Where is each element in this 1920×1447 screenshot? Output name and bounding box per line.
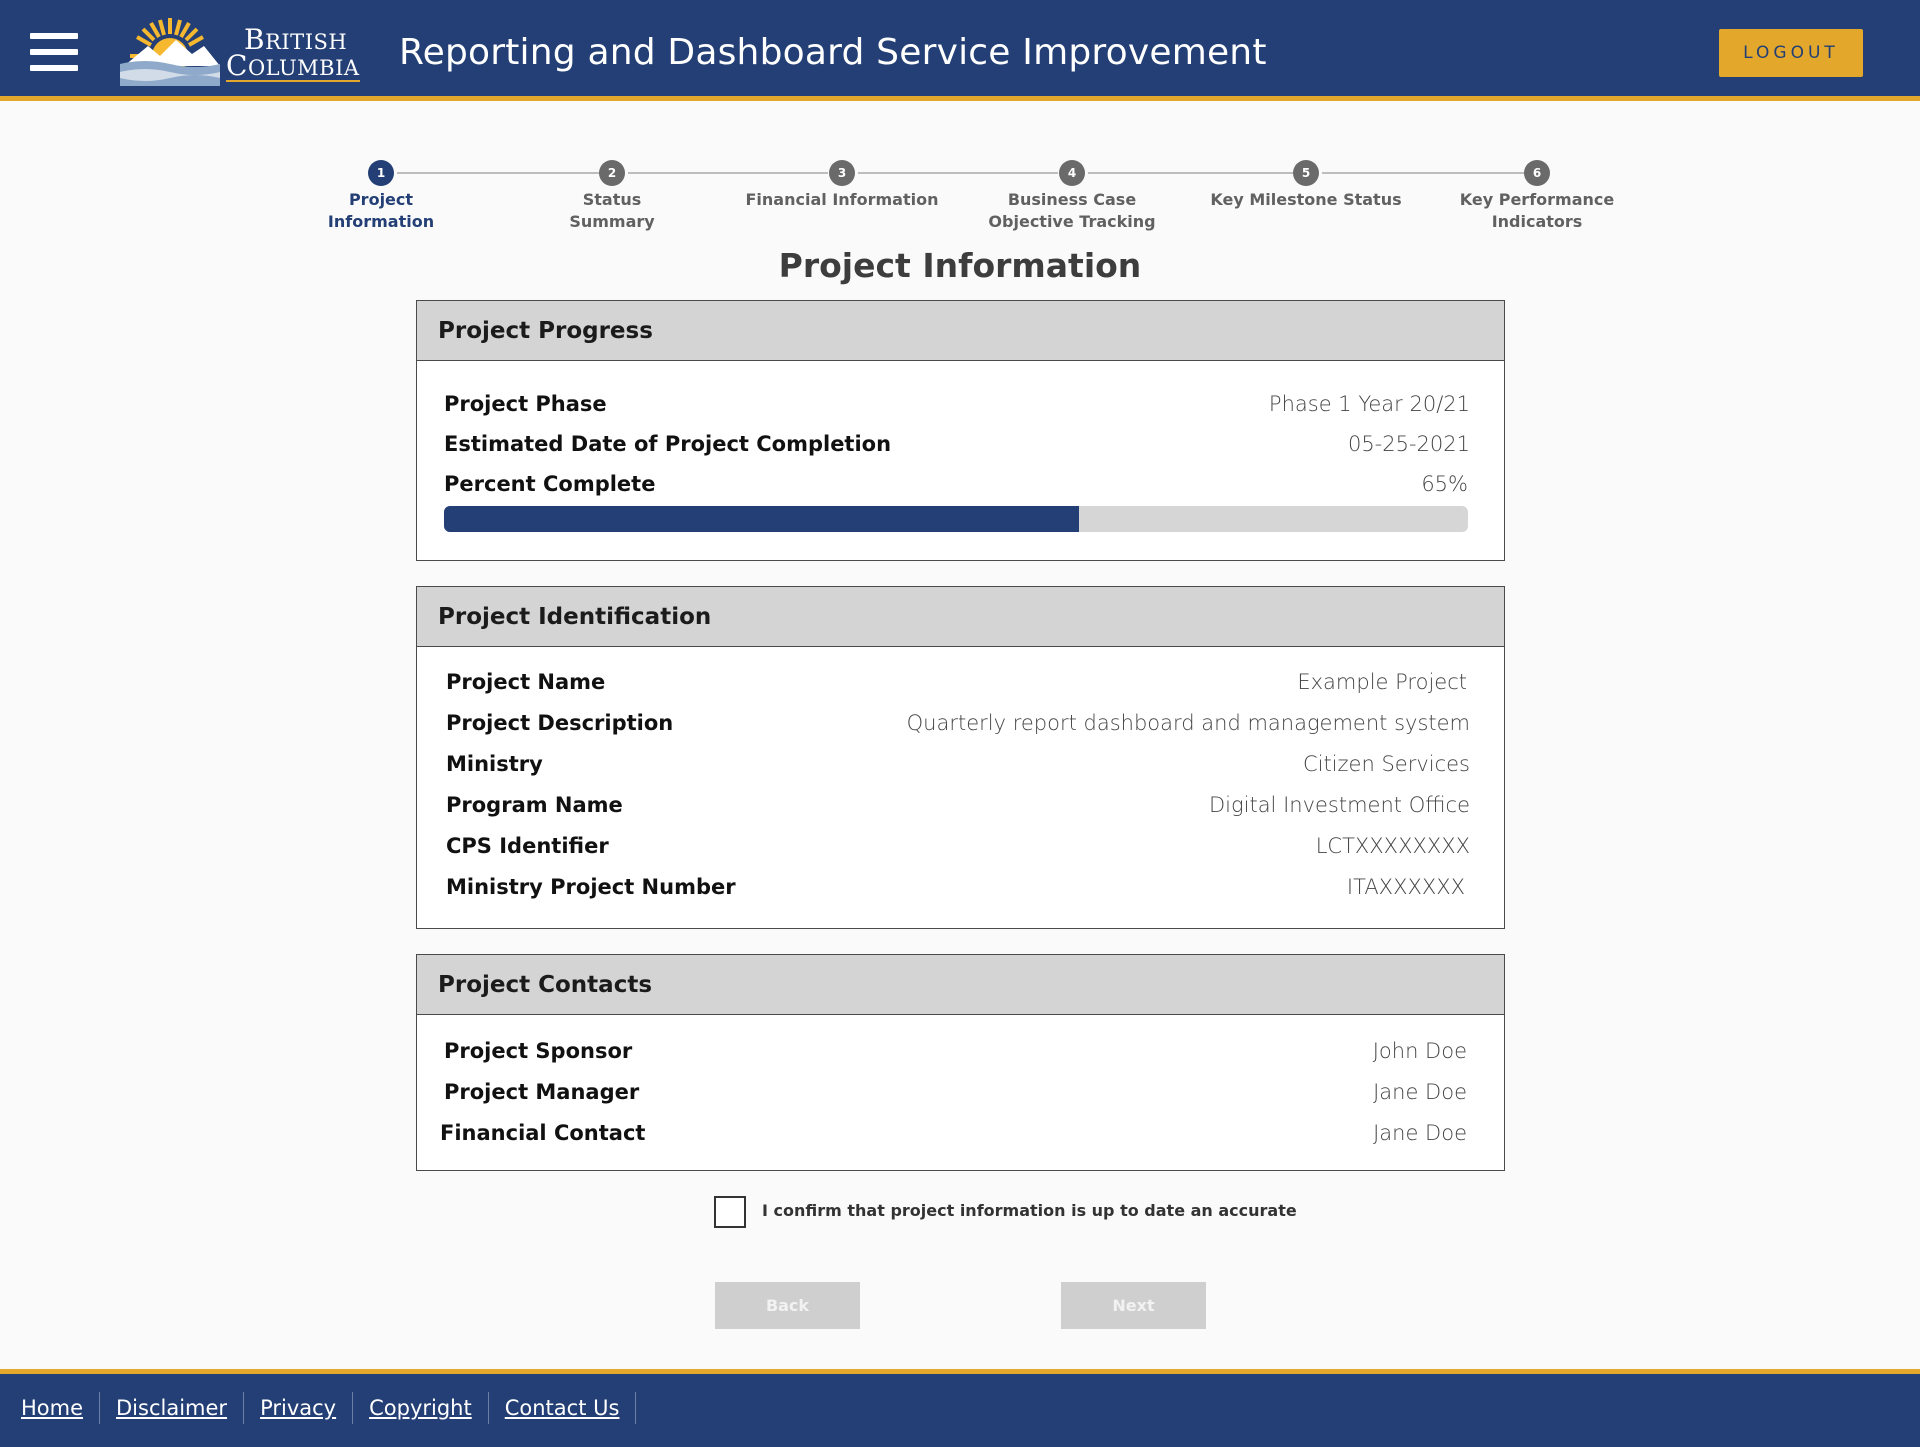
step-label: Business Case Objective Tracking (988, 190, 1156, 231)
row-value: LCTXXXXXXXX (1315, 834, 1470, 858)
logout-button[interactable]: LOGOUT (1719, 29, 1863, 77)
info-row: Project Phase Phase 1 Year 20/21 (417, 387, 1504, 421)
info-row: Percent Complete 65% (417, 467, 1504, 501)
row-value: 65% (1421, 472, 1468, 496)
project-progress-panel: Project Progress Project Phase Phase 1 Y… (416, 300, 1505, 561)
row-label: Percent Complete (444, 472, 656, 496)
step-label: Status Summary (569, 190, 655, 231)
page-footer: Home Disclaimer Privacy Copyright Contac… (0, 1369, 1920, 1447)
row-value: Jane Doe (1373, 1121, 1467, 1145)
step-label: Project Information (327, 190, 435, 231)
panel-title: Project Contacts (417, 955, 1504, 1015)
step-number: 5 (1293, 160, 1319, 186)
info-row: Ministry Project Number ITAXXXXXX (417, 870, 1504, 904)
row-label: CPS Identifier (446, 834, 609, 858)
footer-nav: Home Disclaimer Privacy Copyright Contac… (5, 1392, 637, 1424)
app-header: BRITISH COLUMBIA Reporting and Dashboard… (0, 0, 1920, 101)
step-business-case-objective-tracking[interactable]: 4 Business Case Objective Tracking (972, 160, 1172, 233)
footer-link-copyright[interactable]: Copyright (353, 1392, 489, 1424)
back-button[interactable]: Back (715, 1282, 860, 1329)
step-status-summary[interactable]: 2 Status Summary (512, 160, 712, 233)
row-label: Project Sponsor (444, 1039, 633, 1063)
footer-link-privacy[interactable]: Privacy (244, 1392, 354, 1424)
step-key-milestone-status[interactable]: 5 Key Milestone Status (1206, 160, 1406, 211)
row-label: Estimated Date of Project Completion (444, 432, 892, 456)
step-label: Financial Information (745, 190, 939, 209)
step-number: 4 (1059, 160, 1085, 186)
row-value: Quarterly report dashboard and managemen… (906, 711, 1470, 735)
info-row: Project Description Quarterly report das… (417, 706, 1504, 740)
row-label: Project Name (446, 670, 606, 694)
panel-title: Project Progress (417, 301, 1504, 361)
progress-bar (444, 506, 1468, 532)
step-label: Key Performance Indicators (1459, 190, 1615, 231)
info-row: Program Name Digital Investment Office (417, 788, 1504, 822)
step-financial-information[interactable]: 3 Financial Information (742, 160, 942, 211)
hamburger-menu-icon[interactable] (30, 33, 78, 71)
app-title: Reporting and Dashboard Service Improvem… (399, 32, 1267, 73)
progress-stepper: 1 Project Information 2 Status Summary 3 F… (0, 160, 1920, 240)
project-identification-panel: Project Identification Project Name Exam… (416, 586, 1505, 929)
info-row: Project Manager Jane Doe (417, 1075, 1504, 1109)
step-number: 3 (829, 160, 855, 186)
row-label: Ministry (446, 752, 543, 776)
info-row: CPS Identifier LCTXXXXXXXX (417, 829, 1504, 863)
panel-title: Project Identification (417, 587, 1504, 647)
row-label: Project Description (446, 711, 674, 735)
step-project-information[interactable]: 1 Project Information (281, 160, 481, 233)
row-value: ITAXXXXXX (1346, 875, 1465, 899)
step-number: 2 (599, 160, 625, 186)
row-value: Digital Investment Office (1209, 793, 1470, 817)
info-row: Estimated Date of Project Completion 05-… (417, 427, 1504, 461)
project-contacts-panel: Project Contacts Project Sponsor John Do… (416, 954, 1505, 1171)
info-row: Project Name Example Project (417, 665, 1504, 699)
footer-link-home[interactable]: Home (5, 1392, 101, 1424)
row-value: John Doe (1372, 1039, 1467, 1063)
step-number: 6 (1524, 160, 1550, 186)
row-value: Example Project (1297, 670, 1467, 694)
footer-link-contact-us[interactable]: Contact Us (489, 1392, 637, 1424)
progress-bar-fill (444, 506, 1079, 532)
step-number: 1 (368, 160, 394, 186)
row-label: Project Phase (444, 392, 607, 416)
confirm-checkbox[interactable] (714, 1196, 746, 1228)
row-value: Jane Doe (1373, 1080, 1467, 1104)
step-key-performance-indicators[interactable]: 6 Key Performance Indicators (1437, 160, 1637, 233)
row-value: 05-25-2021 (1347, 432, 1470, 456)
info-row: Financial Contact Jane Doe (417, 1116, 1504, 1150)
footer-link-disclaimer[interactable]: Disclaimer (100, 1392, 245, 1424)
page-title: Project Information (778, 246, 1142, 285)
row-label: Project Manager (444, 1080, 640, 1104)
confirm-label: I confirm that project information is up… (762, 1201, 1297, 1220)
row-value: Citizen Services (1302, 752, 1470, 776)
wordmark-line-2: COLUMBIA (226, 49, 360, 82)
row-label: Ministry Project Number (446, 875, 736, 899)
next-button[interactable]: Next (1061, 1282, 1206, 1329)
row-label: Financial Contact (440, 1121, 646, 1145)
step-label: Key Milestone Status (1210, 190, 1402, 209)
info-row: Ministry Citizen Services (417, 747, 1504, 781)
info-row: Project Sponsor John Doe (417, 1034, 1504, 1068)
bc-wordmark: BRITISH COLUMBIA (226, 26, 360, 82)
row-value: Phase 1 Year 20/21 (1268, 392, 1470, 416)
row-label: Program Name (446, 793, 623, 817)
